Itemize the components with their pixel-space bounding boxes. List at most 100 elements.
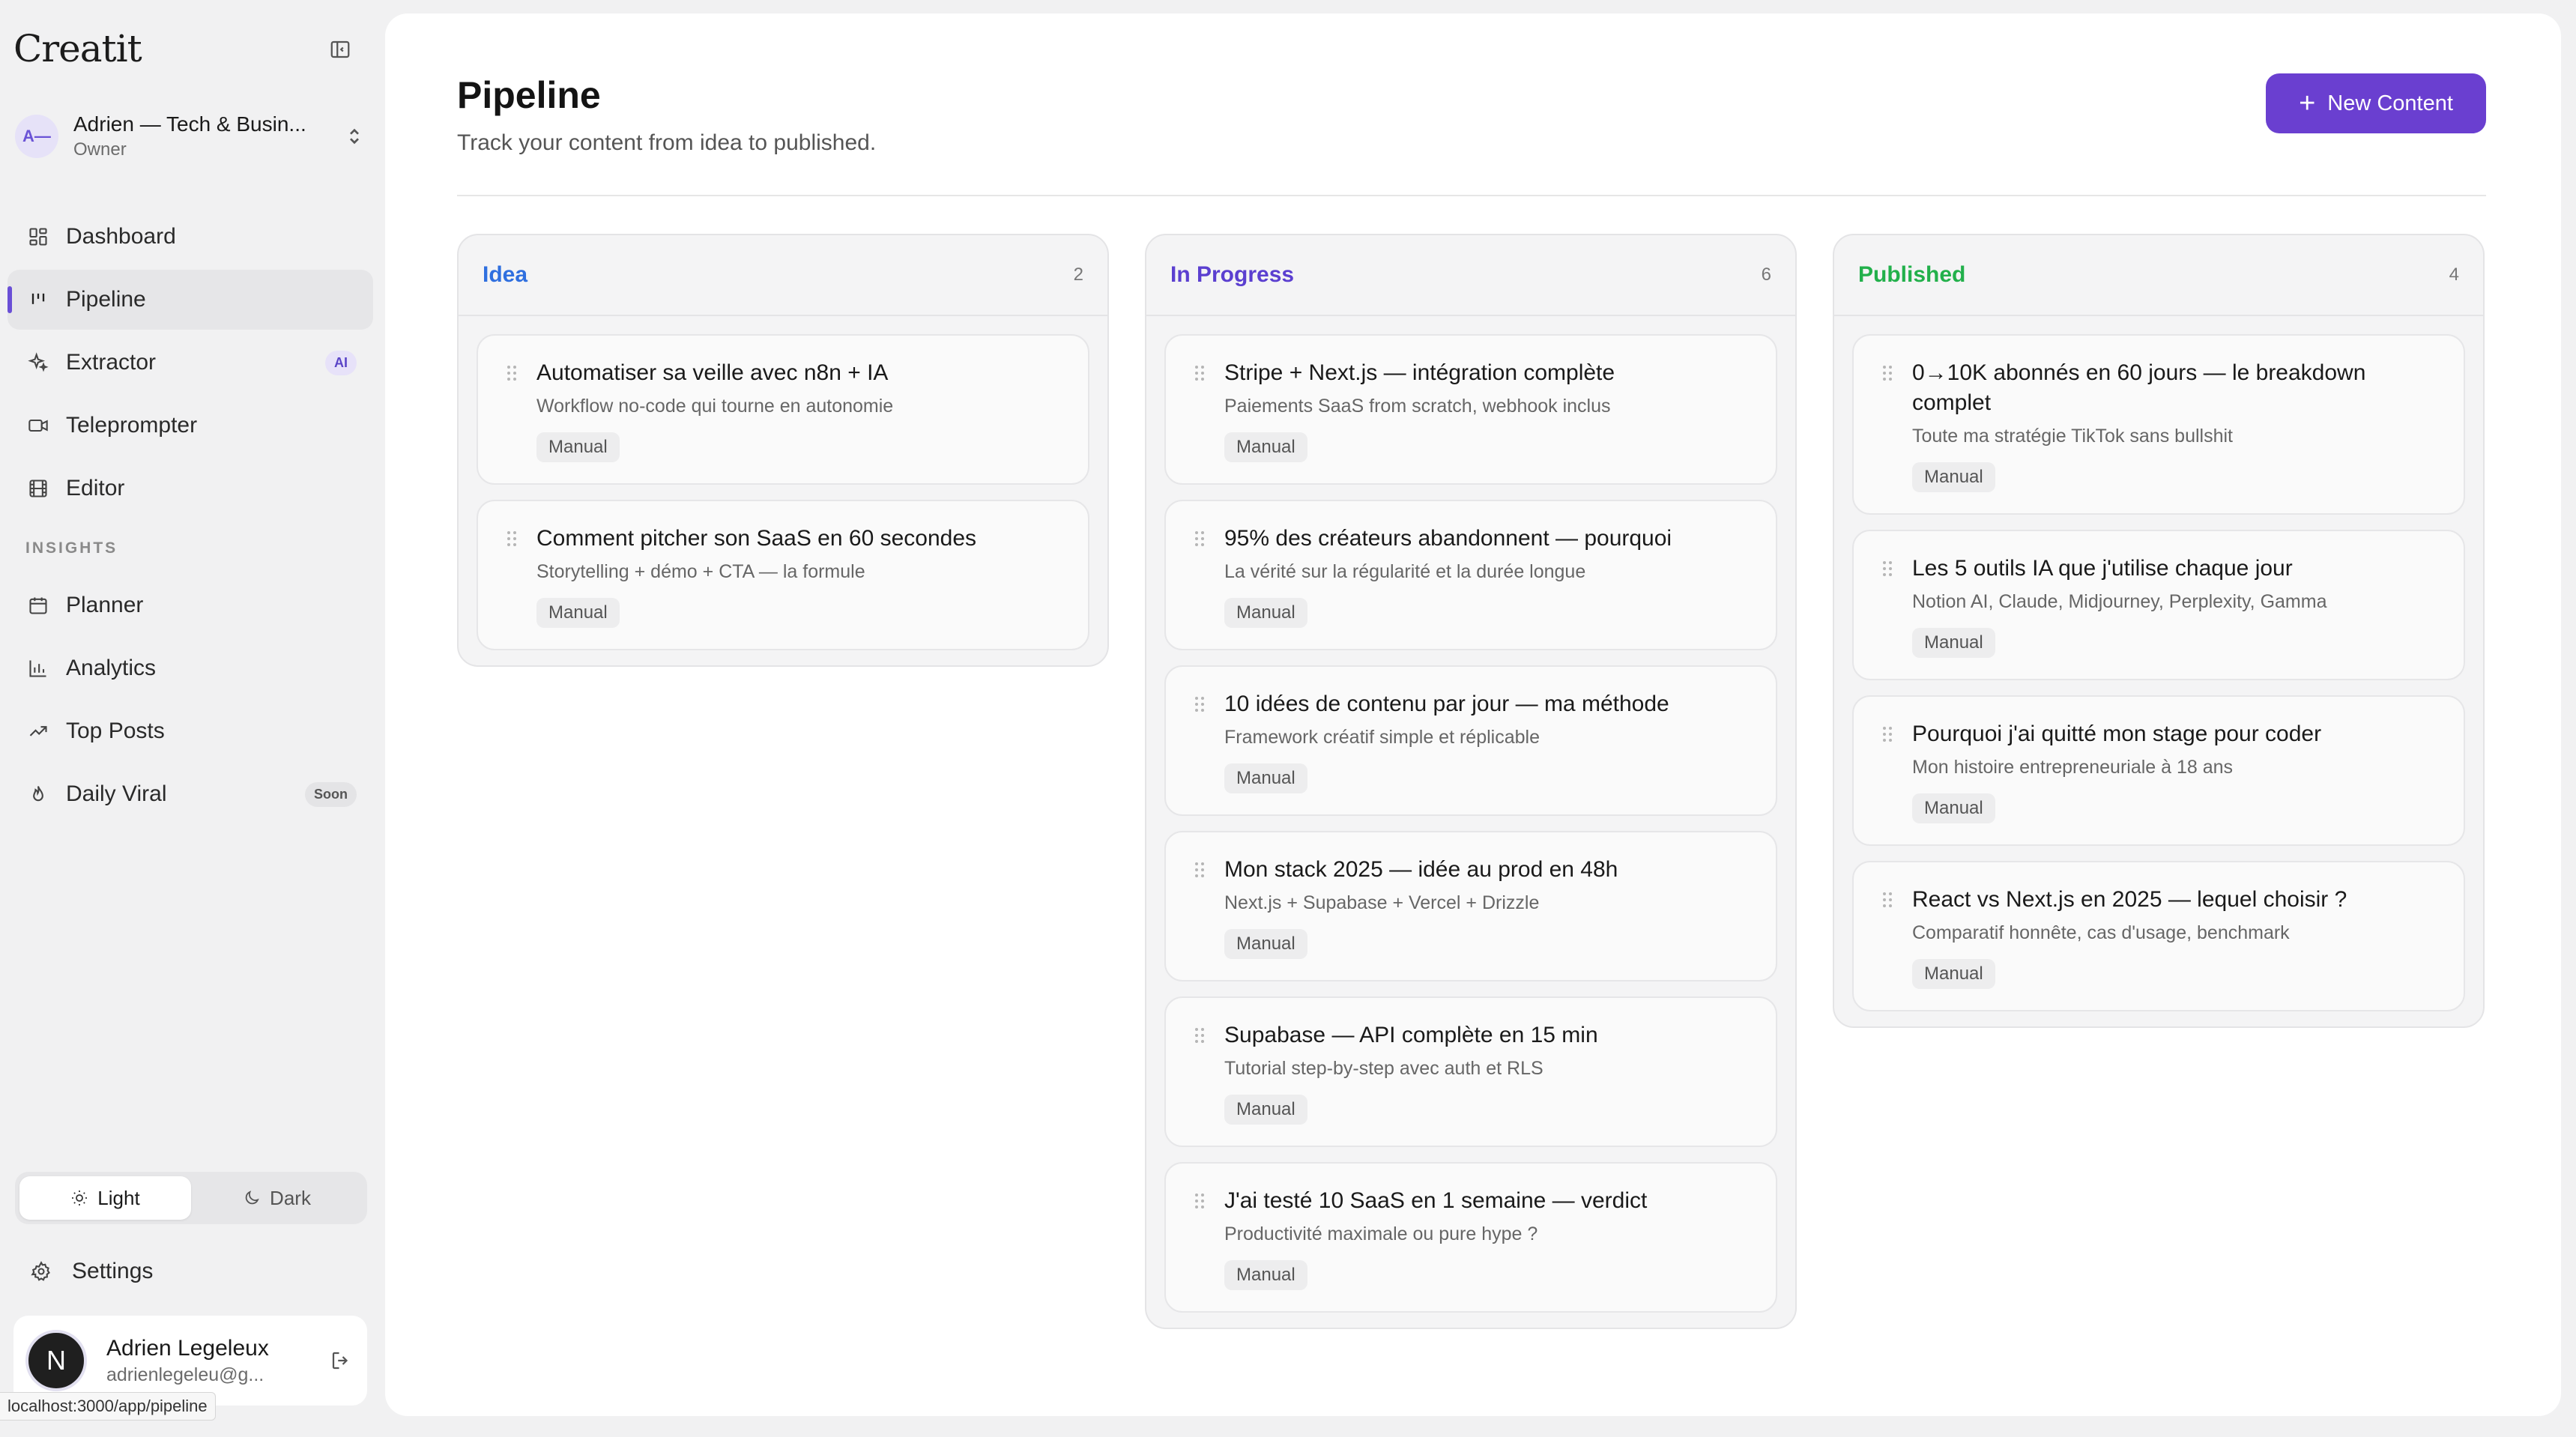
card-title: React vs Next.js en 2025 — lequel choisi…: [1912, 887, 2347, 912]
card-title: Supabase — API complète en 15 min: [1224, 1023, 1598, 1047]
card-description: Framework créatif simple et réplicable: [1224, 727, 1540, 748]
page-title: Pipeline: [457, 74, 601, 116]
drag-handle-icon[interactable]: [507, 530, 517, 551]
drag-handle-icon[interactable]: [1194, 695, 1205, 717]
column-header: Published 4: [1834, 235, 2483, 316]
card-description: Tutorial step-by-step avec auth et RLS: [1224, 1058, 1544, 1079]
card-title: Comment pitcher son SaaS en 60 secondes: [536, 526, 977, 551]
status-bar-url: localhost:3000/app/pipeline: [0, 1392, 216, 1421]
sidebar-item-editor[interactable]: Editor: [7, 459, 373, 518]
card-title: 10 idées de contenu par jour — ma méthod…: [1224, 692, 1669, 716]
column-header: In Progress 6: [1146, 235, 1795, 316]
sidebar-item-dashboard[interactable]: Dashboard: [7, 207, 373, 267]
calendar-icon: [25, 593, 51, 618]
content-card[interactable]: 10 idées de contenu par jour — ma méthod…: [1164, 665, 1777, 816]
content-card[interactable]: 0→10K abonnés en 60 jours — le breakdown…: [1852, 334, 2465, 515]
card-description: Workflow no-code qui tourne en autonomie: [536, 396, 894, 417]
theme-toggle: Light Dark: [15, 1172, 367, 1224]
trending-up-icon: [25, 718, 51, 744]
sidebar-item-label: Daily Viral: [66, 781, 167, 806]
content-card[interactable]: React vs Next.js en 2025 — lequel choisi…: [1852, 861, 2465, 1011]
workspace-avatar: A—: [15, 115, 58, 158]
drag-handle-icon[interactable]: [1194, 1192, 1205, 1214]
sidebar-item-daily-viral[interactable]: Daily Viral Soon: [7, 764, 373, 824]
sidebar-item-label: Top Posts: [66, 718, 165, 743]
drag-handle-icon[interactable]: [1194, 1026, 1205, 1048]
sidebar-item-label: Planner: [66, 593, 144, 617]
card-title: Automatiser sa veille avec n8n + IA: [536, 360, 889, 385]
card-title: Pourquoi j'ai quitté mon stage pour code…: [1912, 721, 2322, 746]
moon-icon: [245, 1191, 259, 1205]
settings-link[interactable]: Settings: [28, 1251, 153, 1292]
content-card[interactable]: Comment pitcher son SaaS en 60 secondes …: [477, 500, 1089, 650]
new-content-button[interactable]: + New Content: [2266, 73, 2486, 133]
card-title: Mon stack 2025 — idée au prod en 48h: [1224, 857, 1618, 882]
sidebar-item-planner[interactable]: Planner: [7, 575, 373, 635]
film-icon: [25, 476, 51, 501]
sidebar-item-top-posts[interactable]: Top Posts: [7, 701, 373, 761]
card-tag: Manual: [1224, 763, 1307, 793]
drag-handle-icon[interactable]: [1882, 725, 1893, 747]
card-tag: Manual: [1224, 929, 1307, 959]
content-card[interactable]: Stripe + Next.js — intégration complète …: [1164, 334, 1777, 485]
card-tag: Manual: [1224, 1260, 1307, 1290]
sidebar-item-analytics[interactable]: Analytics: [7, 638, 373, 698]
content-card[interactable]: Supabase — API complète en 15 min Tutori…: [1164, 996, 1777, 1147]
drag-handle-icon[interactable]: [1882, 364, 1893, 386]
drag-handle-icon[interactable]: [1194, 530, 1205, 551]
card-description: La vérité sur la régularité et la durée …: [1224, 561, 1586, 582]
content-card[interactable]: Automatiser sa veille avec n8n + IA Work…: [477, 334, 1089, 485]
drag-handle-icon[interactable]: [1194, 364, 1205, 386]
content-card[interactable]: Les 5 outils IA que j'utilise chaque jou…: [1852, 530, 2465, 680]
user-email: adrienlegeleu@g...: [106, 1364, 264, 1385]
content-card[interactable]: Mon stack 2025 — idée au prod en 48h Nex…: [1164, 831, 1777, 981]
content-card[interactable]: 95% des créateurs abandonnent — pourquoi…: [1164, 500, 1777, 650]
card-tag: Manual: [1912, 793, 1995, 823]
drag-handle-icon[interactable]: [1194, 861, 1205, 883]
workspace-role: Owner: [73, 139, 127, 160]
card-description: Mon histoire entrepreneuriale à 18 ans: [1912, 757, 2234, 778]
plus-icon: +: [2299, 88, 2316, 119]
column-idea: Idea 2 Automatiser sa veille avec n8n + …: [457, 234, 1109, 667]
gear-icon: [28, 1259, 54, 1284]
card-description: Paiements SaaS from scratch, webhook inc…: [1224, 396, 1611, 417]
card-tag: Manual: [1912, 628, 1995, 658]
card-tag: Manual: [1912, 462, 1995, 492]
theme-light-button[interactable]: Light: [19, 1176, 191, 1220]
collapse-sidebar-icon[interactable]: [327, 36, 354, 63]
sidebar-item-pipeline[interactable]: Pipeline: [7, 270, 373, 330]
workspace-switcher[interactable]: A— Adrien — Tech & Busin... Owner: [15, 109, 366, 163]
app-logo[interactable]: Creatit: [13, 27, 142, 70]
settings-label: Settings: [72, 1259, 154, 1283]
sidebar-item-extractor[interactable]: Extractor AI: [7, 333, 373, 393]
chevron-up-down-icon: [343, 125, 366, 148]
card-title: 95% des créateurs abandonnent — pourquoi: [1224, 526, 1672, 551]
sidebar-item-label: Extractor: [66, 350, 157, 375]
sidebar-item-teleprompter[interactable]: Teleprompter: [7, 396, 373, 456]
drag-handle-icon[interactable]: [1882, 560, 1893, 581]
theme-dark-button[interactable]: Dark: [191, 1176, 363, 1220]
drag-handle-icon[interactable]: [507, 364, 517, 386]
card-description: Toute ma stratégie TikTok sans bullshit: [1912, 426, 2233, 447]
logout-icon[interactable]: [315, 1349, 367, 1372]
sidebar-nav: Dashboard Pipeline Extractor AI Teleprom…: [7, 207, 373, 827]
video-camera-icon: [25, 413, 51, 438]
card-title: J'ai testé 10 SaaS en 1 semaine — verdic…: [1224, 1188, 1648, 1213]
drag-handle-icon[interactable]: [1882, 891, 1893, 913]
sidebar: Creatit A— Adrien — Tech & Busin... Owne…: [0, 0, 384, 1437]
new-content-label: New Content: [2327, 91, 2453, 115]
sidebar-item-label: Teleprompter: [66, 413, 198, 438]
content-card[interactable]: Pourquoi j'ai quitté mon stage pour code…: [1852, 695, 2465, 846]
column-header: Idea 2: [459, 235, 1107, 316]
card-title: Stripe + Next.js — intégration complète: [1224, 360, 1615, 385]
column-title: Idea: [483, 262, 528, 287]
card-tag: Manual: [1224, 598, 1307, 628]
column-title: In Progress: [1170, 262, 1295, 287]
avatar: N: [25, 1330, 87, 1391]
sidebar-item-label: Analytics: [66, 656, 157, 680]
column-count: 2: [1073, 264, 1083, 285]
card-description: Productivité maximale ou pure hype ?: [1224, 1223, 1538, 1244]
content-card[interactable]: J'ai testé 10 SaaS en 1 semaine — verdic…: [1164, 1162, 1777, 1313]
column-published: Published 4 0→10K abonnés en 60 jours — …: [1833, 234, 2485, 1028]
sun-icon: [72, 1191, 88, 1205]
